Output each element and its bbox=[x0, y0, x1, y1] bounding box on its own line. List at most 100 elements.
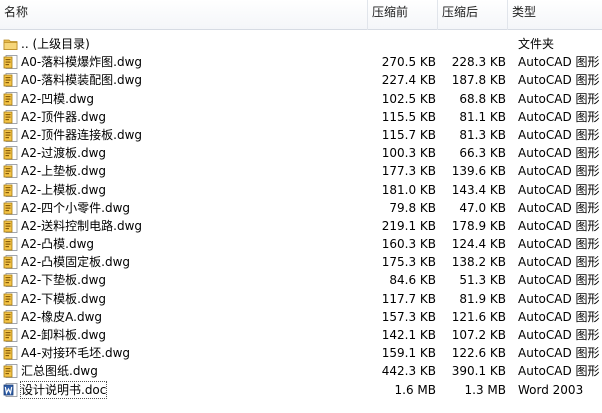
file-packed-size: 68.8 KB bbox=[459, 91, 506, 106]
file-row[interactable]: A2-下模板.dwg 117.7 KB 81.9 KB AutoCAD 图形 bbox=[0, 290, 602, 308]
file-size: 175.3 KB bbox=[381, 255, 436, 270]
dwg-file-icon bbox=[3, 255, 18, 270]
dwg-file-icon bbox=[3, 291, 18, 306]
dwg-file-icon bbox=[3, 328, 18, 342]
file-size: 102.5 KB bbox=[381, 91, 436, 106]
file-name: A2-凸模.dwg bbox=[21, 237, 95, 252]
file-size: 177.3 KB bbox=[381, 164, 436, 179]
file-type: Word 2003 bbox=[518, 382, 584, 397]
dwg-file-icon bbox=[3, 218, 18, 233]
dwg-file-icon bbox=[3, 55, 18, 70]
file-packed-size: 187.8 KB bbox=[451, 73, 506, 88]
file-packed-size: 139.6 KB bbox=[451, 164, 506, 179]
file-type: 文件夹 bbox=[518, 37, 555, 51]
file-name: A2-过渡板.dwg bbox=[21, 146, 107, 161]
file-type: AutoCAD 图形 bbox=[518, 146, 600, 161]
file-name: A2-送料控制电路.dwg bbox=[21, 218, 143, 233]
file-size: 270.5 KB bbox=[381, 55, 436, 70]
file-packed-size: 107.2 KB bbox=[451, 328, 506, 342]
file-name: A2-下垫板.dwg bbox=[21, 273, 107, 288]
file-row[interactable]: A0-落料模爆炸图.dwg 270.5 KB 228.3 KB AutoCAD 图形 bbox=[0, 53, 602, 71]
file-type: AutoCAD 图形 bbox=[518, 328, 600, 342]
file-row[interactable]: A2-送料控制电路.dwg 219.1 KB 178.9 KB AutoCAD 图形 bbox=[0, 217, 602, 235]
dwg-file-icon bbox=[3, 182, 18, 197]
file-row[interactable]: A2-橡皮A.dwg 157.3 KB 121.6 KB AutoCAD 图形 bbox=[0, 308, 602, 326]
file-row[interactable]: A2-上垫板.dwg 177.3 KB 139.6 KB AutoCAD 图形 bbox=[0, 162, 602, 180]
file-type: AutoCAD 图形 bbox=[518, 346, 600, 361]
parent-directory-row[interactable]: .. (上级目录) 文件夹 bbox=[0, 35, 602, 53]
file-row[interactable]: A2-凸模固定板.dwg 175.3 KB 138.2 KB AutoCAD 图形 bbox=[0, 253, 602, 271]
file-size: 219.1 KB bbox=[381, 218, 436, 233]
file-type: AutoCAD 图形 bbox=[518, 182, 600, 197]
file-packed-size: 143.4 KB bbox=[451, 182, 506, 197]
file-name: .. (上级目录) bbox=[21, 37, 90, 51]
file-size: 1.6 MB bbox=[394, 382, 436, 397]
file-name: A2-凹模.dwg bbox=[21, 91, 95, 106]
file-type: AutoCAD 图形 bbox=[518, 273, 600, 288]
file-type: AutoCAD 图形 bbox=[518, 255, 600, 270]
file-size: 227.4 KB bbox=[381, 73, 436, 88]
file-size: 159.1 KB bbox=[381, 346, 436, 361]
file-row[interactable]: A2-顶件器.dwg 115.5 KB 81.1 KB AutoCAD 图形 bbox=[0, 108, 602, 126]
file-name: A2-橡皮A.dwg bbox=[21, 309, 103, 324]
file-name: A2-四个小零件.dwg bbox=[21, 200, 131, 215]
file-size: 100.3 KB bbox=[381, 146, 436, 161]
file-name: A2-顶件器连接板.dwg bbox=[21, 127, 143, 142]
file-type: AutoCAD 图形 bbox=[518, 237, 600, 252]
file-size: 84.6 KB bbox=[389, 273, 436, 288]
file-packed-size: 390.1 KB bbox=[451, 364, 506, 379]
file-size: 157.3 KB bbox=[381, 309, 436, 324]
file-type: AutoCAD 图形 bbox=[518, 55, 600, 70]
file-name: A2-卸料板.dwg bbox=[21, 328, 107, 342]
file-packed-size: 178.9 KB bbox=[451, 218, 506, 233]
file-type: AutoCAD 图形 bbox=[518, 91, 600, 106]
dwg-file-icon bbox=[3, 164, 18, 179]
file-size: 442.3 KB bbox=[381, 364, 436, 379]
file-row[interactable]: 汇总图纸.dwg 442.3 KB 390.1 KB AutoCAD 图形 bbox=[0, 362, 602, 380]
file-row[interactable]: A2-过渡板.dwg 100.3 KB 66.3 KB AutoCAD 图形 bbox=[0, 144, 602, 162]
dwg-file-icon bbox=[3, 91, 18, 106]
file-row[interactable]: A2-顶件器连接板.dwg 115.7 KB 81.3 KB AutoCAD 图形 bbox=[0, 126, 602, 144]
column-header-name[interactable]: 名称 bbox=[0, 0, 368, 30]
file-name: A2-凸模固定板.dwg bbox=[21, 255, 131, 270]
file-packed-size: 121.6 KB bbox=[451, 309, 506, 324]
file-type: AutoCAD 图形 bbox=[518, 364, 600, 379]
folder-icon bbox=[3, 37, 18, 51]
file-row[interactable]: A4-对接环毛坯.dwg 159.1 KB 122.6 KB AutoCAD 图形 bbox=[0, 344, 602, 362]
file-size: 117.7 KB bbox=[381, 291, 436, 306]
dwg-file-icon bbox=[3, 200, 18, 215]
file-row[interactable]: A2-下垫板.dwg 84.6 KB 51.3 KB AutoCAD 图形 bbox=[0, 271, 602, 289]
file-packed-size: 81.3 KB bbox=[459, 127, 506, 142]
dwg-file-icon bbox=[3, 364, 18, 379]
file-row[interactable]: A2-上模板.dwg 181.0 KB 143.4 KB AutoCAD 图形 bbox=[0, 181, 602, 199]
file-size: 115.7 KB bbox=[381, 127, 436, 142]
file-name: A0-落料模爆炸图.dwg bbox=[21, 55, 143, 70]
file-type: AutoCAD 图形 bbox=[518, 309, 600, 324]
dwg-file-icon bbox=[3, 146, 18, 161]
column-header-type[interactable]: 类型 bbox=[508, 0, 602, 30]
file-row[interactable]: A2-卸料板.dwg 142.1 KB 107.2 KB AutoCAD 图形 bbox=[0, 326, 602, 344]
file-row[interactable]: A0-落料模装配图.dwg 227.4 KB 187.8 KB AutoCAD 图形 bbox=[0, 71, 602, 89]
dwg-file-icon bbox=[3, 237, 18, 251]
file-size: 115.5 KB bbox=[381, 109, 436, 124]
file-packed-size: 47.0 KB bbox=[459, 200, 506, 215]
column-header: 名称 压缩前 压缩后 类型 bbox=[0, 0, 602, 30]
dwg-file-icon bbox=[3, 273, 18, 288]
file-type: AutoCAD 图形 bbox=[518, 73, 600, 88]
file-name: 设计说明书.doc bbox=[20, 380, 108, 399]
file-row[interactable]: A2-凸模.dwg 160.3 KB 124.4 KB AutoCAD 图形 bbox=[0, 235, 602, 253]
file-list-body: .. (上级目录) 文件夹 A0-落料模爆炸图.dwg 270.5 KB 228.3 K… bbox=[0, 35, 602, 399]
file-packed-size: 1.3 MB bbox=[464, 382, 506, 397]
file-row[interactable]: 设计说明书.doc 1.6 MB 1.3 MB Word 2003 bbox=[0, 380, 602, 399]
column-header-size[interactable]: 压缩前 bbox=[368, 0, 438, 30]
file-size: 181.0 KB bbox=[381, 182, 436, 197]
word-doc-icon bbox=[3, 382, 18, 397]
file-packed-size: 228.3 KB bbox=[451, 55, 506, 70]
dwg-file-icon bbox=[3, 73, 18, 88]
file-row[interactable]: A2-凹模.dwg 102.5 KB 68.8 KB AutoCAD 图形 bbox=[0, 90, 602, 108]
file-row[interactable]: A2-四个小零件.dwg 79.8 KB 47.0 KB AutoCAD 图形 bbox=[0, 199, 602, 217]
file-packed-size: 122.6 KB bbox=[451, 346, 506, 361]
file-packed-size: 138.2 KB bbox=[451, 255, 506, 270]
column-header-packed-size[interactable]: 压缩后 bbox=[438, 0, 508, 30]
file-name: A2-上模板.dwg bbox=[21, 182, 107, 197]
